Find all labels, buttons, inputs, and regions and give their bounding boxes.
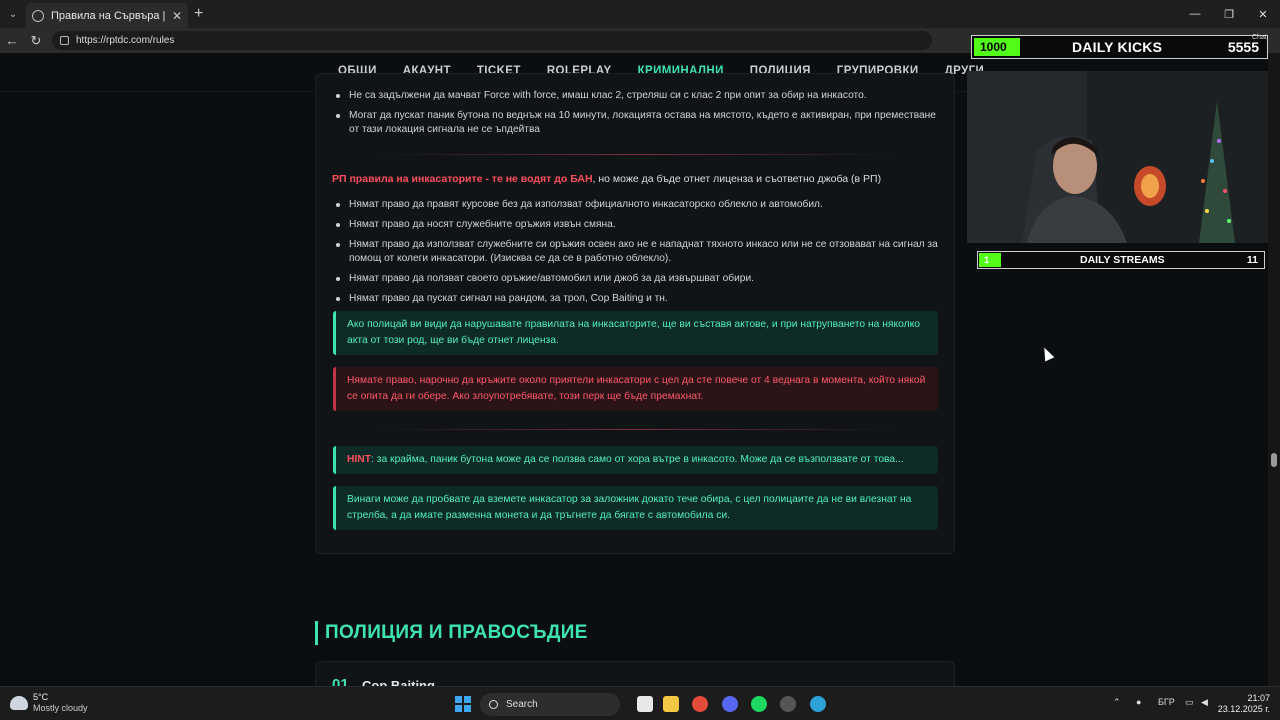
weather-temp: 5°C <box>33 692 49 702</box>
globe-icon <box>32 9 44 22</box>
streams-label: DAILY STREAMS <box>1080 254 1165 266</box>
rule-title: Cop Baiting <box>362 678 435 686</box>
kicks-count: 1000 <box>974 38 1020 56</box>
top-bullet-list: Не са задължени да мачват Force with for… <box>316 89 954 137</box>
page-scrollbar[interactable] <box>1268 53 1280 686</box>
tab-title: Правила на Сървъра | TDC Rolep <box>51 9 166 22</box>
list-item: Нямат право да използват служебните си о… <box>316 238 954 266</box>
rule-number: 01 <box>332 676 349 686</box>
weather-condition: Mostly cloudy <box>33 703 88 713</box>
network-icon[interactable]: ▭ <box>1185 697 1194 708</box>
section-heading: ПОЛИЦИЯ И ПРАВОСЪДИЕ <box>315 621 588 645</box>
taskbar-search[interactable]: Search <box>480 693 620 716</box>
chrome-icon[interactable] <box>692 696 708 712</box>
tab-list-chevron-icon[interactable]: ⌄ <box>0 0 26 28</box>
close-tab-icon[interactable]: ✕ <box>172 9 182 23</box>
streams-count: 1 <box>979 253 1001 267</box>
task-view-icon[interactable] <box>637 696 653 712</box>
scrollbar-thumb[interactable] <box>1271 453 1277 467</box>
site-info-icon[interactable] <box>60 36 69 45</box>
url-text: https://rptdc.com/rules <box>76 35 175 46</box>
window-controls: — ❐ ✕ <box>1178 0 1280 28</box>
list-item: Нямат право да пускат сигнал на рандом, … <box>316 292 954 306</box>
microphone-icon[interactable]: ● <box>1136 697 1141 707</box>
minimize-icon[interactable]: — <box>1178 0 1212 28</box>
language-indicator[interactable]: БГР <box>1158 697 1175 707</box>
webcam-feed <box>967 71 1268 243</box>
close-window-icon[interactable]: ✕ <box>1246 0 1280 28</box>
system-clock[interactable]: 21:07 23.12.2025 г. <box>1218 693 1270 715</box>
list-item: Нямат право да правят курсове без да изп… <box>316 198 954 212</box>
start-icon[interactable] <box>455 696 471 712</box>
browser-tabbar: ⌄ Правила на Сървъра | TDC Rolep ✕ + — ❐… <box>0 0 1280 28</box>
search-label: Search <box>506 699 538 710</box>
info-alert: Ако полицай ви види да нарушавате правил… <box>333 311 938 355</box>
heading-accent-bar <box>315 621 318 645</box>
divider <box>376 154 896 155</box>
cloud-icon <box>10 696 28 710</box>
edge-icon[interactable] <box>810 696 826 712</box>
new-tab-icon[interactable]: + <box>194 5 203 23</box>
back-icon[interactable]: ← <box>0 28 24 53</box>
chat-label: Chat <box>1252 34 1267 41</box>
daily-kicks-goal-bar: 1000 DAILY KICKS 5555 <box>971 35 1268 59</box>
warning-alert: Нямате право, нарочно да кръжите около п… <box>333 367 938 411</box>
reload-icon[interactable]: ↻ <box>24 28 48 53</box>
restore-icon[interactable]: ❐ <box>1212 0 1246 28</box>
tray-overflow-icon[interactable]: ⌃ <box>1113 697 1121 708</box>
list-item: Нямат право да ползват своето оръжие/авт… <box>316 272 954 286</box>
search-icon <box>489 700 498 709</box>
taskbar: 5°C Mostly cloudy Search ⌃ ● БГР ▭ ◀ 21:… <box>0 686 1280 720</box>
section-title: РП правила на инкасаторите - те не водят… <box>332 173 881 185</box>
section-heading-text: ПОЛИЦИЯ И ПРАВОСЪДИЕ <box>325 622 588 643</box>
url-field[interactable]: https://rptdc.com/rules <box>52 31 932 50</box>
webcam-image <box>967 71 1268 243</box>
volume-icon[interactable]: ◀ <box>1201 697 1208 708</box>
clock-date: 23.12.2025 г. <box>1217 704 1270 714</box>
list-item: Не са задължени да мачват Force with for… <box>316 89 954 103</box>
obs-icon[interactable] <box>780 696 796 712</box>
hint-text: : за крайма, паник бутона може да се пол… <box>371 454 904 465</box>
weather-widget[interactable]: 5°C Mostly cloudy <box>10 692 88 714</box>
daily-streams-goal-bar: 1 DAILY STREAMS 11 <box>977 251 1265 269</box>
list-item: Нямат право да носят служебните оръжия и… <box>316 218 954 232</box>
browser-tab[interactable]: Правила на Сървъра | TDC Rolep ✕ <box>26 3 188 28</box>
collector-rules-list: Нямат право да правят курсове без да изп… <box>316 198 954 306</box>
hint-label: HINT <box>347 454 372 465</box>
hint-alert: HINT: за крайма, паник бутона може да се… <box>333 446 938 474</box>
section-title-rest: , но може да бъде отнет лиценза и съотве… <box>592 173 882 185</box>
kicks-label: DAILY KICKS <box>1072 39 1163 55</box>
kicks-goal: 5555 <box>1227 39 1259 55</box>
section-title-highlight: РП правила на инкасаторите - те не водят… <box>332 173 593 185</box>
streams-goal: 11 <box>1246 254 1258 266</box>
file-explorer-icon[interactable] <box>663 696 679 712</box>
clock-time: 21:07 <box>1247 693 1270 703</box>
divider <box>376 429 896 430</box>
list-item: Могат да пускат паник бутона по веднъж н… <box>316 109 954 137</box>
spotify-icon[interactable] <box>751 696 767 712</box>
rule-card: 01 Cop Baiting <box>315 661 955 686</box>
rules-card: Не са задължени да мачват Force with for… <box>315 73 955 554</box>
discord-icon[interactable] <box>722 696 738 712</box>
tip-alert: Винаги може да пробвате да вземете инкас… <box>333 486 938 530</box>
